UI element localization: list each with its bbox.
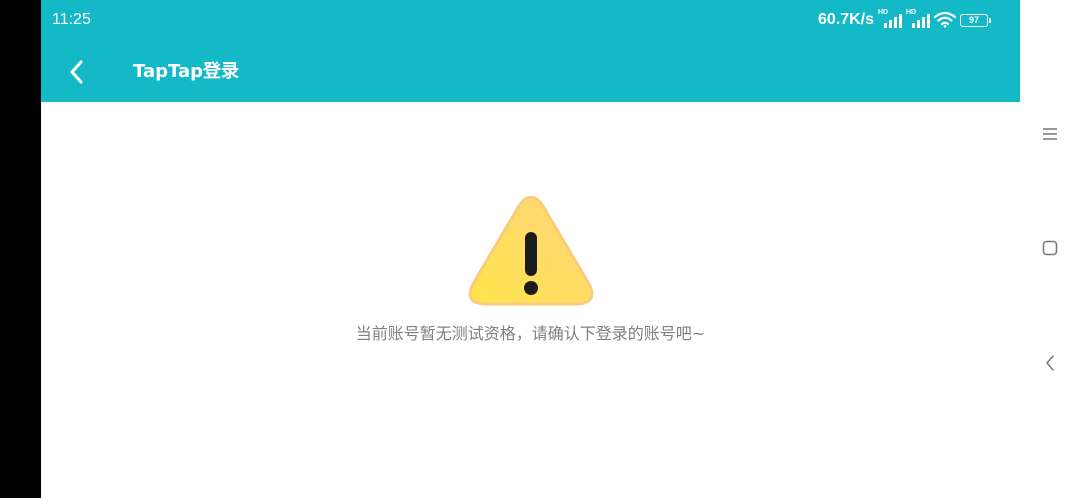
back-button[interactable]	[59, 54, 95, 90]
home-square-icon	[1042, 240, 1058, 256]
nav-back-button[interactable]	[1035, 348, 1065, 378]
status-indicators: 60.7K/s HD HD 97	[817, 9, 991, 30]
page-title: TapTap登录	[133, 61, 239, 82]
battery-level: 97	[968, 15, 979, 25]
app-window: 11:25 60.7K/s HD HD 97 TapTap登录 当前账号暂无测试…	[41, 0, 1020, 498]
status-time: 11:25	[52, 11, 91, 28]
menu-icon	[1043, 128, 1057, 140]
recents-button[interactable]	[1035, 119, 1065, 149]
system-navigation-bar	[1020, 0, 1080, 498]
network-speed: 60.7K/s	[817, 11, 874, 28]
wifi-icon	[934, 12, 956, 28]
left-black-bar	[0, 0, 41, 498]
warning-triangle-icon	[468, 196, 594, 306]
no-access-message: 当前账号暂无测试资格，请确认下登录的账号吧~	[355, 324, 706, 343]
signal-icon: HD	[878, 9, 902, 28]
signal-icon: HD	[906, 9, 930, 28]
battery-icon: 97	[960, 13, 991, 27]
top-app-bar: 11:25 60.7K/s HD HD 97 TapTap登录	[41, 0, 1020, 102]
chevron-left-icon	[70, 60, 83, 84]
home-button[interactable]	[1035, 233, 1065, 263]
back-chevron-icon	[1046, 355, 1054, 371]
